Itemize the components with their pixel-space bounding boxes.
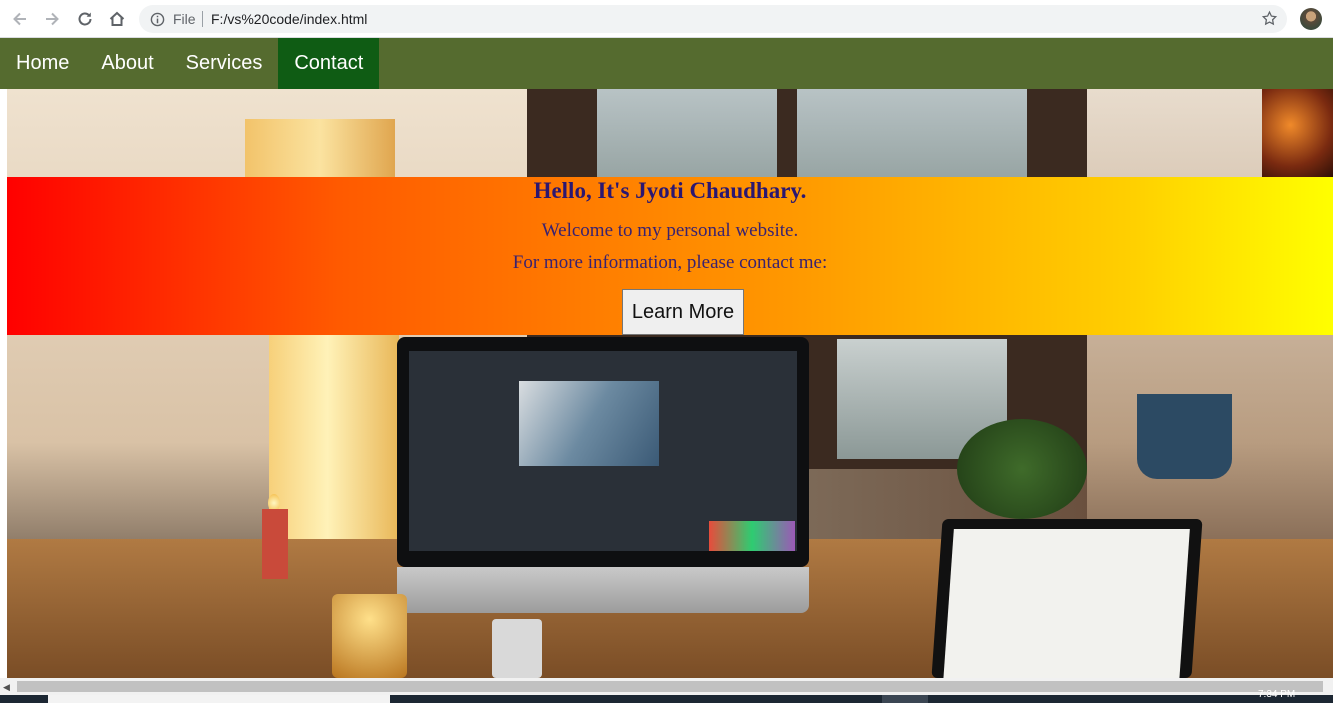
- taskbar-search-box[interactable]: [48, 695, 390, 703]
- photo-monitor-chin: [397, 567, 809, 613]
- photo-monitor: [397, 337, 809, 567]
- banner-contact-text: For more information, please contact me:: [512, 252, 828, 273]
- nav-link-services[interactable]: Services: [170, 38, 279, 89]
- address-url[interactable]: F:/vs%20code/index.html: [211, 11, 367, 27]
- photo-candle: [262, 509, 288, 579]
- banner-heading: Hello, It's Jyoti Chaudhary.: [533, 178, 807, 203]
- nav-link-contact[interactable]: Contact: [278, 38, 380, 89]
- photo-video-preview: [519, 381, 659, 466]
- photo-plant-pot: [1137, 394, 1232, 479]
- site-navbar: Home About Services Contact: [0, 38, 1333, 89]
- photo-laptop-screen: [943, 529, 1190, 678]
- learn-more-button[interactable]: Learn More: [622, 289, 744, 335]
- profile-avatar[interactable]: [1300, 8, 1322, 30]
- home-icon[interactable]: [106, 8, 128, 30]
- photo-scopes: [709, 521, 795, 551]
- taskbar-app-item[interactable]: [882, 695, 928, 703]
- scroll-left-icon[interactable]: ◀: [3, 682, 10, 693]
- nav-link-home[interactable]: Home: [0, 38, 85, 89]
- taskbar-clock: 7:34 PM: [1258, 689, 1296, 700]
- forward-arrow-icon[interactable]: [41, 8, 63, 30]
- photo-laptop: [931, 519, 1203, 678]
- horizontal-scrollbar[interactable]: ◀: [0, 678, 1333, 695]
- star-icon[interactable]: [1261, 10, 1278, 32]
- photo-plant: [957, 419, 1087, 519]
- browser-toolbar: File F:/vs%20code/index.html: [0, 0, 1333, 38]
- reload-icon[interactable]: [74, 8, 96, 30]
- photo-candle-jar: [332, 594, 407, 678]
- address-divider: [202, 11, 203, 27]
- scrollbar-thumb[interactable]: [17, 681, 1323, 692]
- photo-wall-art: [1262, 89, 1333, 179]
- info-icon[interactable]: [150, 12, 165, 32]
- os-taskbar: 7:34 PM: [0, 689, 1333, 703]
- intro-banner: Hello, It's Jyoti Chaudhary. Welcome to …: [7, 177, 1333, 335]
- banner-welcome-text: Welcome to my personal website.: [541, 220, 799, 241]
- photo-mug: [492, 619, 542, 678]
- address-scheme: File: [173, 11, 196, 27]
- nav-link-about[interactable]: About: [85, 38, 169, 89]
- photo-monitor-screen: [409, 351, 797, 551]
- photo-lamp-top: [245, 119, 395, 179]
- address-bar[interactable]: File F:/vs%20code/index.html: [139, 5, 1287, 33]
- back-arrow-icon[interactable]: [9, 8, 31, 30]
